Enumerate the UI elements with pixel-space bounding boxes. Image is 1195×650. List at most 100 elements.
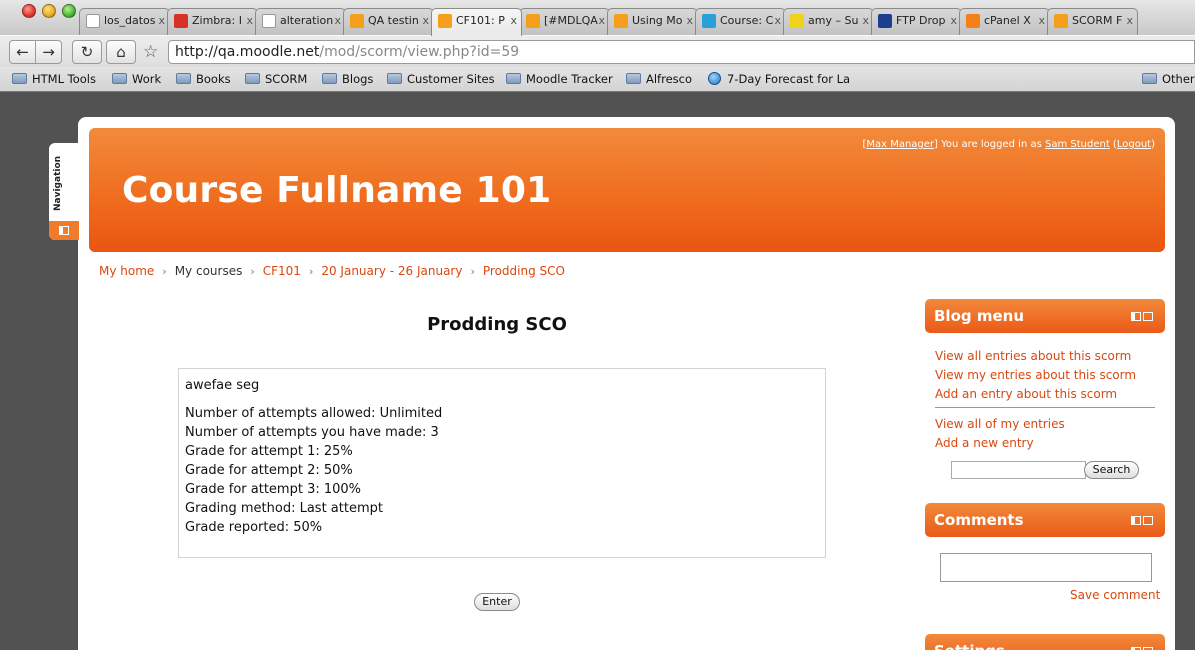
blog-menu-header: Blog menu: [925, 299, 1165, 333]
tab-close-icon[interactable]: x: [774, 14, 781, 27]
browser-tab[interactable]: los_datos x: [79, 8, 170, 35]
browser-tab[interactable]: CF101: P x: [431, 8, 522, 36]
reload-button[interactable]: ↻: [72, 40, 102, 64]
bookmark-star-icon[interactable]: ☆: [143, 42, 158, 62]
scorm-info-line: Grade for attempt 3: 100%: [185, 482, 362, 497]
bookmark-label: Blogs: [342, 72, 374, 86]
breadcrumb-item: My courses: [174, 264, 243, 278]
breadcrumb-item[interactable]: 20 January - 26 January: [321, 264, 462, 278]
browser-tab[interactable]: Course: Cx: [695, 8, 786, 35]
ftp-favicon-icon: [878, 14, 892, 28]
back-button[interactable]: ←: [9, 40, 36, 64]
browser-tab[interactable]: alteration x: [255, 8, 346, 35]
block-dock-icon[interactable]: [1131, 312, 1153, 321]
tab-close-icon[interactable]: x: [422, 14, 429, 27]
moodle-favicon-icon: [438, 14, 452, 28]
comments-header: Comments: [925, 503, 1165, 537]
blog-menu-link[interactable]: Add an entry about this scorm: [935, 385, 1136, 404]
tab-close-icon[interactable]: x: [158, 14, 165, 27]
scorm-info-line: Number of attempts allowed: Unlimited: [185, 406, 443, 421]
bookmarks-bar: HTML Tools Work Books SCORM Blogs Customer Si…: [0, 67, 1195, 92]
scorm-info-box: awefae seg Number of attempts allowed: U…: [178, 368, 826, 558]
home-button[interactable]: ⌂: [106, 40, 136, 64]
bookmark-label: Moodle Tracker: [526, 72, 613, 86]
close-window-icon[interactable]: [22, 4, 36, 18]
minimize-window-icon[interactable]: [42, 4, 56, 18]
bookmark-item[interactable]: Work: [112, 72, 161, 86]
browser-tab[interactable]: QA testin x: [343, 8, 434, 35]
scorm-info-line: Grade for attempt 1: 25%: [185, 444, 353, 459]
tab-close-icon[interactable]: x: [950, 14, 957, 27]
enter-button[interactable]: Enter: [474, 593, 520, 611]
browser-tab[interactable]: [#MDLQA x: [519, 8, 610, 35]
folder-icon: [387, 73, 402, 84]
browser-tab[interactable]: cPanel X x: [959, 8, 1050, 35]
folder-icon: [12, 73, 27, 84]
bookmark-item[interactable]: 7-Day Forecast for La: [707, 72, 850, 86]
manager-link[interactable]: Max Manager: [866, 139, 934, 150]
tab-label: [#MDLQA: [544, 14, 598, 27]
moodle-m-favicon-icon: [526, 14, 540, 28]
tab-label: alteration: [280, 14, 334, 27]
save-comment-link[interactable]: Save comment: [1070, 588, 1160, 602]
tab-close-icon[interactable]: x: [246, 14, 253, 27]
logout-link[interactable]: Logout: [1117, 139, 1151, 150]
comment-textarea[interactable]: [940, 553, 1152, 582]
tab-close-icon[interactable]: x: [1038, 14, 1045, 27]
amy-favicon-icon: [790, 14, 804, 28]
bookmark-item[interactable]: HTML Tools: [12, 72, 96, 86]
scorm-intro: awefae seg: [185, 378, 260, 393]
breadcrumb-item[interactable]: CF101: [263, 264, 301, 278]
tab-close-icon[interactable]: x: [686, 14, 693, 27]
scorm-info-line: Grading method: Last attempt: [185, 501, 383, 516]
navigation-label: Navigation: [53, 155, 63, 211]
tab-close-icon[interactable]: x: [510, 14, 517, 27]
user-link[interactable]: Sam Student: [1045, 139, 1110, 150]
bookmark-item[interactable]: Alfresco: [626, 72, 692, 86]
blog-menu-link[interactable]: View all of my entries: [935, 415, 1065, 434]
folder-icon: [506, 73, 521, 84]
dock-icon[interactable]: [49, 221, 79, 240]
browser-tab[interactable]: FTP Drop x: [871, 8, 962, 35]
tab-close-icon[interactable]: x: [334, 14, 341, 27]
breadcrumb-item[interactable]: My home: [99, 264, 154, 278]
bookmark-item[interactable]: Customer Sites: [387, 72, 495, 86]
zoom-window-icon[interactable]: [62, 4, 76, 18]
bookmark-item[interactable]: Moodle Tracker: [506, 72, 613, 86]
bookmark-label: SCORM: [265, 72, 308, 86]
navigation-dock-tab[interactable]: Navigation: [49, 143, 79, 240]
zimbra-favicon-icon: [174, 14, 188, 28]
tab-label: Zimbra: I: [192, 14, 242, 27]
tab-label: cPanel X: [984, 14, 1031, 27]
scorm-info-line: Number of attempts you have made: 3: [185, 425, 439, 440]
bookmark-label: Customer Sites: [407, 72, 495, 86]
bookmark-item[interactable]: SCORM: [245, 72, 307, 86]
bookmark-label: HTML Tools: [32, 72, 96, 86]
bookmark-item[interactable]: Other: [1142, 72, 1195, 86]
blog-menu-links: View all entries about this scorm View my…: [935, 347, 1136, 404]
moodle-favicon-icon: [1054, 14, 1068, 28]
browser-tab[interactable]: SCORM Fx: [1047, 8, 1138, 35]
blog-menu-link[interactable]: View my entries about this scorm: [935, 366, 1136, 385]
tab-label: amy – Su: [808, 14, 859, 27]
blog-menu-link[interactable]: Add a new entry: [935, 434, 1065, 453]
scorm-info-line: Grade for attempt 2: 50%: [185, 463, 353, 478]
forward-button[interactable]: →: [35, 40, 62, 64]
tab-close-icon[interactable]: x: [1126, 14, 1133, 27]
bookmark-item[interactable]: Blogs: [322, 72, 373, 86]
browser-tab[interactable]: Using Mo x: [607, 8, 698, 35]
blog-menu-link[interactable]: View all entries about this scorm: [935, 347, 1136, 366]
browser-tab[interactable]: amy – Su x: [783, 8, 874, 35]
breadcrumb-item[interactable]: Prodding SCO: [483, 264, 565, 278]
address-bar[interactable]: http://qa.moodle.net/mod/scorm/view.php?…: [168, 40, 1195, 64]
blog-menu-title: Blog menu: [934, 307, 1024, 325]
breadcrumb-separator-icon: ›: [308, 265, 314, 278]
globe-icon: [708, 72, 721, 85]
tab-close-icon[interactable]: x: [862, 14, 869, 27]
block-dock-icon[interactable]: [1131, 516, 1153, 525]
blog-search-button[interactable]: Search: [1084, 461, 1139, 479]
tab-close-icon[interactable]: x: [598, 14, 605, 27]
bookmark-item[interactable]: Books: [176, 72, 231, 86]
blog-search-input[interactable]: [951, 461, 1086, 479]
browser-tab[interactable]: Zimbra: I x: [167, 8, 258, 35]
